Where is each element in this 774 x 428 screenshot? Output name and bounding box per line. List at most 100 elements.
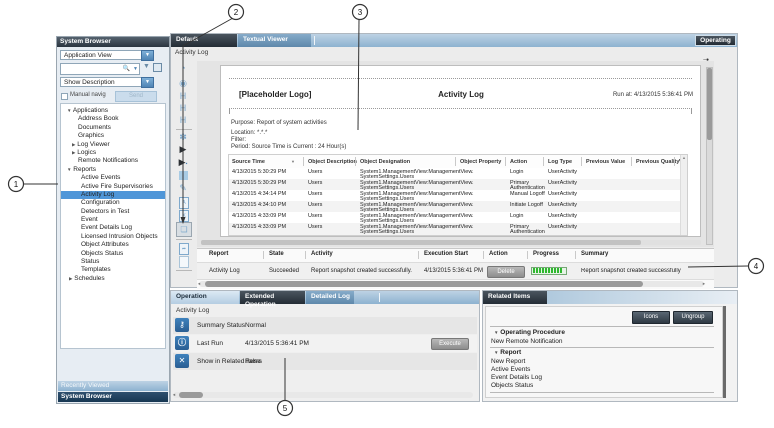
col-object-designation[interactable]: Object Designation	[360, 159, 410, 165]
search-input[interactable]: 🔍 ▼	[60, 63, 140, 75]
document-icon[interactable]	[179, 256, 189, 268]
tree-item-address-book[interactable]: Address Book	[61, 115, 165, 123]
operation-hscrollbar[interactable]: ◄	[173, 392, 473, 398]
related-item-event-details-log[interactable]: Event Details Log	[491, 374, 542, 382]
tree-item-applications[interactable]: ▼ Applications	[61, 107, 165, 115]
execution-row[interactable]: Activity Log Succeeded Report snapshot c…	[197, 262, 714, 280]
execution-hscroll-thumb[interactable]	[205, 281, 643, 287]
col-object-property[interactable]: Object Property	[460, 159, 501, 165]
system-browser-bar[interactable]: System Browser	[58, 392, 168, 402]
table-scroll-up-icon[interactable]: ▲	[682, 155, 686, 160]
save-icon[interactable]	[153, 63, 162, 72]
sort-arrow-icon[interactable]: ▼	[291, 159, 295, 165]
related-items-vscrollbar[interactable]	[723, 306, 726, 398]
tree-item-active-fire-supervisories[interactable]: Active Fire Supervisories	[61, 183, 165, 191]
operation-row[interactable]: ⚷ Summary Status Normal	[173, 317, 477, 334]
execution-hscrollbar[interactable]: ◄ ►	[199, 281, 704, 287]
info-circle-icon[interactable]: ⓘ	[175, 336, 189, 350]
col-action[interactable]: Action	[510, 159, 527, 165]
related-item-active-events[interactable]: Active Events	[491, 366, 530, 374]
refresh-icon[interactable]: ◔	[175, 63, 191, 73]
report-vscrollbar[interactable]	[706, 67, 713, 245]
tree-item-log-viewer[interactable]: ▶ Log Viewer	[61, 141, 165, 149]
view-selector-arrow-icon[interactable]: ▼	[141, 50, 154, 61]
operation-row[interactable]: ✕ Show in Related Items False	[173, 353, 477, 370]
close-x-icon[interactable]: ✕	[175, 354, 189, 368]
tab-default[interactable]: Default	[171, 34, 237, 47]
ungroup-button[interactable]: Ungroup	[673, 311, 713, 324]
delete-button[interactable]: Delete	[487, 266, 525, 278]
play-icon[interactable]: ▶	[175, 144, 191, 154]
layout-2-icon[interactable]: H	[175, 103, 191, 113]
report-vscroll-thumb[interactable]	[707, 68, 712, 140]
filter-icon[interactable]: ▼	[143, 63, 150, 70]
system-browser-header[interactable]: System Browser	[57, 37, 169, 47]
edit-icon[interactable]: ✎	[175, 183, 191, 193]
operating-mode-badge[interactable]: Operating	[695, 35, 736, 46]
tree-item-active-events[interactable]: Active Events	[61, 174, 165, 182]
status-key-icon[interactable]: ⚷	[175, 318, 189, 332]
layout-3-icon[interactable]: H	[175, 115, 191, 125]
settings-icon[interactable]: ✽	[175, 132, 191, 142]
export-icon[interactable]: ➦	[179, 243, 189, 255]
info-icon[interactable]: ◉	[175, 78, 191, 88]
tree-item-remote-notifications[interactable]: Remote Notifications	[61, 157, 165, 165]
tab-detailed-log[interactable]: Detailed Log	[306, 291, 354, 304]
tree-item-configuration[interactable]: Configuration	[61, 199, 165, 207]
export-excel-icon[interactable]: X	[179, 210, 189, 222]
magnifier-icon[interactable]: 🔍	[123, 65, 130, 73]
tab-related-items[interactable]: Related Items	[483, 291, 547, 304]
col-log-type[interactable]: Log Type	[548, 159, 572, 165]
tree-item-status[interactable]: Status	[61, 258, 165, 266]
scroll-left-icon[interactable]: ◄	[197, 281, 201, 286]
operation-hscroll-thumb[interactable]	[179, 392, 203, 398]
export-pdf-icon[interactable]: A	[179, 197, 189, 209]
stop-icon[interactable]	[179, 171, 188, 180]
description-selector[interactable]: Show Description	[60, 77, 153, 87]
tree-item-logics[interactable]: ▶ Logics	[61, 149, 165, 157]
tree-item-graphics[interactable]: Graphics	[61, 132, 165, 140]
report-hscroll-thumb[interactable]	[201, 240, 641, 245]
send-button[interactable]: Send	[115, 91, 157, 102]
tree-item-object-attributes[interactable]: Object Attributes	[61, 241, 165, 249]
related-item-objects-status[interactable]: Objects Status	[491, 382, 533, 390]
tree-item-templates[interactable]: Templates	[61, 266, 165, 274]
col-object-description[interactable]: Object Description	[308, 159, 357, 165]
layout-1-icon[interactable]: H	[175, 91, 191, 101]
scroll-right-icon[interactable]: ►	[702, 281, 706, 286]
tree-item-licensed-intrusion-objects[interactable]: Licensed Intrusion Objects	[61, 233, 165, 241]
play-options-icon[interactable]: ▶▪	[175, 157, 191, 169]
chevron-down-icon[interactable]: ▼	[494, 350, 498, 355]
col-source-time[interactable]: Source Time	[232, 159, 265, 165]
table-row[interactable]: 4/13/2015 4:33:09 PM Users System1.Manag…	[229, 223, 681, 236]
tree-item-objects-status[interactable]: Objects Status	[61, 250, 165, 258]
related-group-operating-procedure[interactable]: ▼ Operating Procedure	[494, 329, 565, 337]
view-selector[interactable]: Application View	[60, 50, 153, 60]
related-item-new-remote-notification[interactable]: New Remote Notification	[491, 338, 563, 346]
scroll-left-icon[interactable]: ◄	[172, 392, 176, 397]
icons-button[interactable]: Icons	[632, 311, 670, 324]
search-dropdown-arrow-icon[interactable]: ▼	[133, 65, 138, 73]
tree-item-activity-log[interactable]: Activity Log	[61, 191, 165, 199]
table-vscrollbar[interactable]: ▲	[680, 155, 687, 235]
tab-extended-operation[interactable]: Extended Operation	[240, 291, 305, 304]
related-item-new-report[interactable]: New Report	[491, 358, 525, 366]
snapshot-icon[interactable]: ❏	[176, 222, 192, 237]
report-hscrollbar[interactable]	[201, 240, 701, 245]
tab-operation[interactable]: Operation	[171, 291, 239, 304]
col-previous-value[interactable]: Previous Value	[586, 159, 625, 165]
pin-icon[interactable]: –●	[703, 57, 709, 63]
recently-viewed-bar[interactable]: Recently Viewed	[58, 381, 168, 391]
tree-item-schedules[interactable]: ▶ Schedules	[61, 275, 165, 283]
col-previous-quality[interactable]: Previous Quality	[636, 159, 679, 165]
operation-row[interactable]: ⓘ Last Run 4/13/2015 5:36:41 PM Execute	[173, 335, 477, 352]
tab-textual-viewer[interactable]: Textual Viewer	[238, 34, 311, 47]
description-selector-arrow-icon[interactable]: ▼	[141, 77, 154, 88]
related-group-report[interactable]: ▼ Report	[494, 349, 521, 357]
tree-item-event-details-log[interactable]: Event Details Log	[61, 224, 165, 232]
manual-nav-checkbox[interactable]	[61, 93, 68, 100]
tree-item-event[interactable]: Event	[61, 216, 165, 224]
tree-item-detectors-in-test[interactable]: Detectors in Test	[61, 208, 165, 216]
tree-item-reports[interactable]: ▼ Reports	[61, 166, 165, 174]
execute-button[interactable]: Execute	[431, 338, 469, 350]
